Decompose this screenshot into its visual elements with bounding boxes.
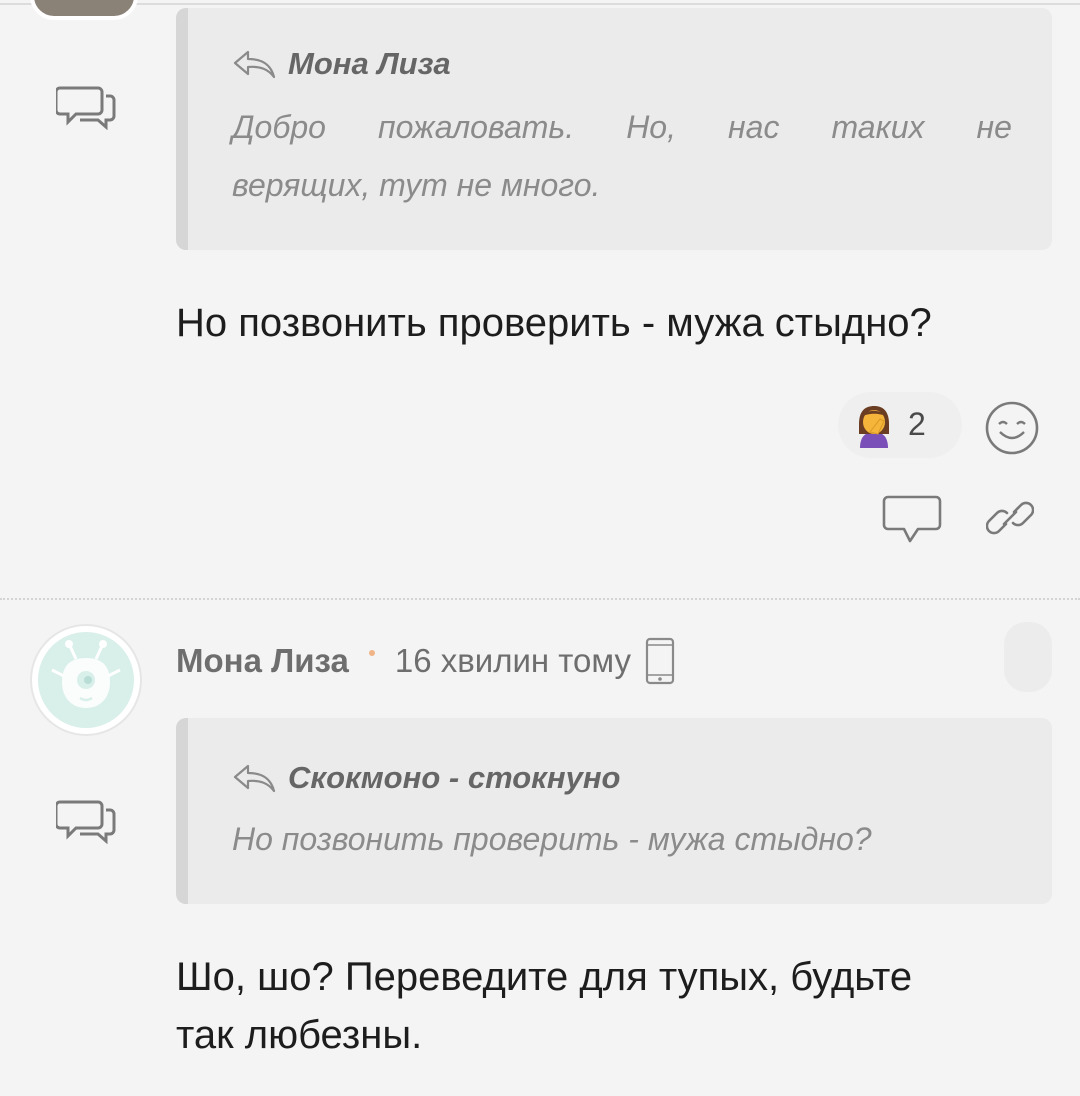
comment-text-line2: так любезны.	[176, 1013, 423, 1057]
quote-word: не	[976, 109, 1012, 145]
quote-text: Добро пожаловать. Но, нас таких не верящ…	[232, 98, 1012, 214]
timestamp: 16 хвилин тому	[394, 642, 631, 679]
quoted-reply[interactable]: Скокмоно - стокнуно Но позвонить провери…	[176, 718, 1052, 904]
reply-bubble-icon[interactable]	[882, 494, 942, 546]
copy-link-icon[interactable]	[986, 494, 1034, 542]
quote-word: пожаловать.	[377, 109, 575, 145]
quoted-reply[interactable]: Мона Лиза Добро пожаловать. Но, нас таки…	[176, 8, 1052, 250]
reply-arrow-icon	[233, 764, 276, 793]
reply-comments-icon[interactable]	[56, 796, 118, 844]
monster-avatar-icon	[38, 632, 134, 728]
add-reaction-smiley-icon[interactable]	[984, 400, 1040, 456]
quote-text: Но позвонить проверить - мужа стыдно?	[232, 821, 872, 857]
quote-word: нас	[728, 109, 780, 145]
mobile-device-icon	[645, 637, 675, 685]
quote-author: Мона Лиза	[232, 46, 451, 82]
woman-facepalming-icon	[859, 406, 889, 448]
comment-separator	[0, 598, 1080, 600]
meta-dot	[368, 650, 375, 656]
avatar[interactable]	[32, 626, 140, 734]
avatar[interactable]	[30, 0, 138, 20]
reply-arrow-icon	[233, 50, 276, 79]
comment-text: Но позвонить проверить - мужа стыдно?	[176, 301, 932, 345]
reaction-button[interactable]: 2	[838, 392, 962, 458]
author-name[interactable]: Мона Лиза	[176, 642, 349, 680]
quote-text-line2: верящих, тут не много.	[232, 167, 601, 203]
quote-author-name: Мона Лиза	[288, 46, 451, 81]
comment-menu-button[interactable]	[1004, 622, 1052, 692]
reply-comments-icon[interactable]	[56, 82, 118, 130]
quote-author: Скокмоно - стокнуно	[232, 760, 621, 796]
quote-word: Добро	[232, 109, 326, 145]
comment-text-line1: Шо, шо? Переведите для тупых, будьте	[176, 955, 913, 999]
top-divider	[0, 3, 1080, 5]
quote-author-name: Скокмоно - стокнуно	[288, 760, 621, 795]
quote-word: таких	[831, 109, 925, 145]
quote-word: Но,	[626, 109, 676, 145]
comment-text: Шо, шо? Переведите для тупых, будьте так…	[176, 948, 912, 1064]
comment-meta: Мона Лиза 16 хвилин тому	[176, 636, 675, 686]
reaction-count: 2	[908, 406, 926, 442]
